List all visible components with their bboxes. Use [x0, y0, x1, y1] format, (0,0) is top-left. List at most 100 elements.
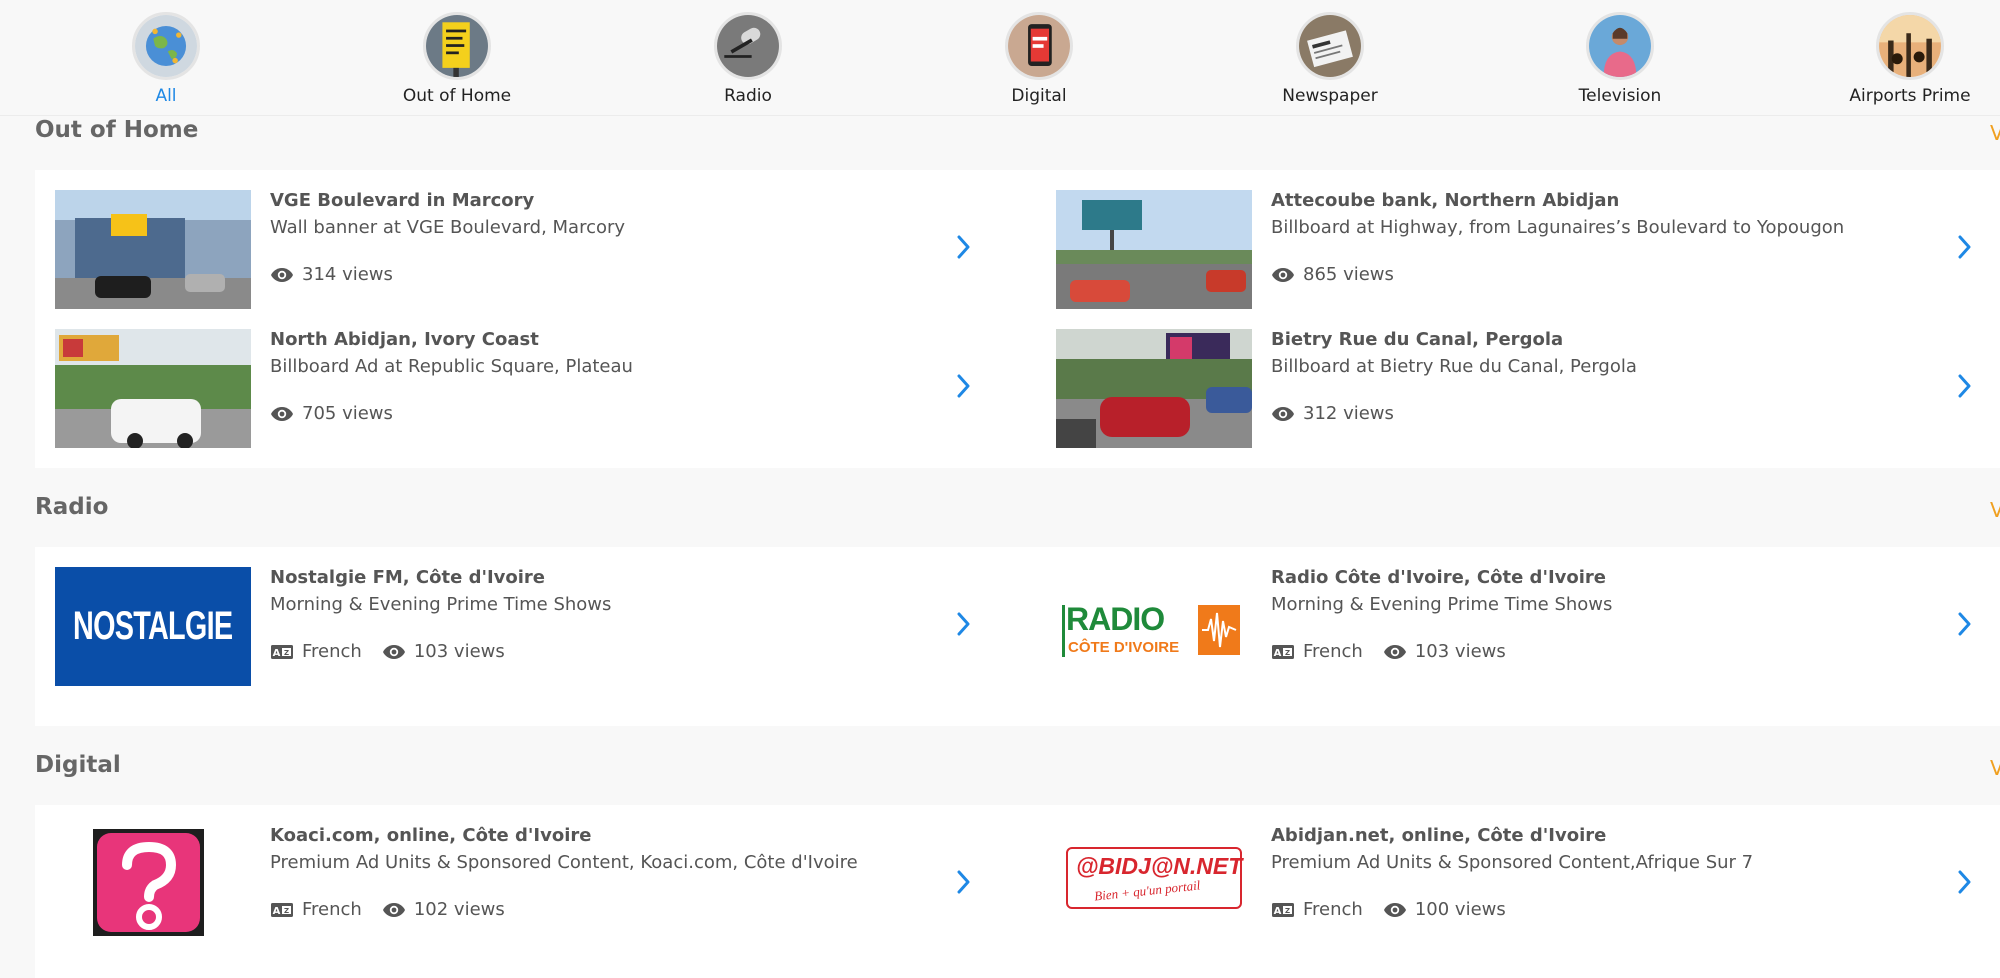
- abidjan-logo-text: @BIDJ@N.NET: [1076, 853, 1243, 879]
- eye-icon: [1271, 406, 1295, 422]
- listing-meta: 865 views: [1271, 264, 1414, 285]
- microphone-icon: [714, 12, 782, 80]
- section-panel-out-of-home: VGE Boulevard in Marcory Wall banner at …: [35, 170, 2000, 468]
- nostalgie-logo: NOSTALGIE: [55, 567, 251, 686]
- eye-icon: [1383, 902, 1407, 918]
- category-label: Newspaper: [1282, 86, 1378, 106]
- listing-card[interactable]: Bietry Rue du Canal, Pergola Billboard a…: [1056, 329, 1996, 449]
- listing-views: 865 views: [1303, 264, 1394, 285]
- listing-title: VGE Boulevard in Marcory: [270, 190, 535, 211]
- category-airports-prime[interactable]: Airports Prime: [1800, 12, 2000, 106]
- listing-image: [1056, 329, 1252, 448]
- category-newspaper[interactable]: Newspaper: [1220, 12, 1440, 106]
- listing-subtitle: Billboard at Highway, from Lagunaires’s …: [1271, 217, 1845, 238]
- chevron-right-icon[interactable]: [1956, 234, 1972, 260]
- section-title-radio: Radio: [35, 494, 109, 520]
- listing-card[interactable]: Koaci.com, online, Côte d'Ivoire Premium…: [55, 825, 995, 945]
- listing-subtitle: Billboard Ad at Republic Square, Plateau: [270, 356, 633, 377]
- listing-meta: 312 views: [1271, 403, 1414, 424]
- koaci-logo: [55, 825, 251, 944]
- section-view-all-digital[interactable]: V: [1990, 756, 2000, 780]
- listing-meta: French 103 views: [270, 641, 525, 662]
- listing-language: French: [302, 641, 362, 662]
- listing-title: Attecoube bank, Northern Abidjan: [1271, 190, 1620, 211]
- listing-title: North Abidjan, Ivory Coast: [270, 329, 539, 350]
- category-television[interactable]: Television: [1510, 12, 1730, 106]
- listing-title: Bietry Rue du Canal, Pergola: [1271, 329, 1564, 350]
- category-out-of-home[interactable]: Out of Home: [347, 12, 567, 106]
- radio-logo-word: RADIO: [1066, 601, 1165, 637]
- chevron-right-icon[interactable]: [1956, 869, 1972, 895]
- category-label: Out of Home: [402, 86, 512, 106]
- airport-icon: [1876, 12, 1944, 80]
- listing-card[interactable]: RADIO CÔTE D'IVOIRE Radio Côte d'Ivoire,…: [1056, 567, 1996, 687]
- listing-language: French: [302, 899, 362, 920]
- section-title-digital: Digital: [35, 752, 121, 778]
- section-view-all-radio[interactable]: V: [1990, 498, 2000, 522]
- listing-meta: French 102 views: [270, 899, 525, 920]
- category-label: Radio: [724, 86, 772, 106]
- chevron-right-icon[interactable]: [1956, 611, 1972, 637]
- listing-card[interactable]: NOSTALGIE Nostalgie FM, Côte d'Ivoire Mo…: [55, 567, 995, 687]
- eye-icon: [270, 406, 294, 422]
- listing-title: Koaci.com, online, Côte d'Ivoire: [270, 825, 592, 846]
- eye-icon: [1383, 644, 1407, 660]
- listing-meta: French 100 views: [1271, 899, 1526, 920]
- chevron-right-icon[interactable]: [955, 373, 971, 399]
- phone-icon: [1005, 12, 1073, 80]
- listing-meta: French 103 views: [1271, 641, 1526, 662]
- section-view-all-out-of-home[interactable]: V: [1990, 121, 2000, 145]
- listing-title: Nostalgie FM, Côte d'Ivoire: [270, 567, 546, 588]
- section-title-out-of-home: Out of Home: [35, 117, 199, 143]
- chevron-right-icon[interactable]: [955, 869, 971, 895]
- listing-meta: 705 views: [270, 403, 413, 424]
- listing-views: 314 views: [302, 264, 393, 285]
- category-radio[interactable]: Radio: [638, 12, 858, 106]
- listing-subtitle: Wall banner at VGE Boulevard, Marcory: [270, 217, 626, 238]
- listing-card[interactable]: @BIDJ@N.NET Bien + qu'un portail Abidjan…: [1056, 825, 1996, 945]
- listing-subtitle: Premium Ad Units & Sponsored Content, Ko…: [270, 852, 858, 873]
- language-icon: [270, 902, 294, 918]
- listing-card[interactable]: Attecoube bank, Northern Abidjan Billboa…: [1056, 190, 1996, 310]
- listing-title: Abidjan.net, online, Côte d'Ivoire: [1271, 825, 1607, 846]
- listing-image: [55, 190, 251, 309]
- language-icon: [1271, 902, 1295, 918]
- newspaper-icon: [1296, 12, 1364, 80]
- listing-subtitle: Morning & Evening Prime Time Shows: [1271, 594, 1613, 615]
- listing-language: French: [1303, 641, 1363, 662]
- category-digital[interactable]: Digital: [929, 12, 1149, 106]
- listing-image: [1056, 190, 1252, 309]
- radio-logo-sub: CÔTE D'IVOIRE: [1068, 639, 1180, 656]
- language-icon: [1271, 644, 1295, 660]
- listing-image: [55, 329, 251, 448]
- category-all[interactable]: All: [56, 12, 276, 106]
- nostalgie-logo-text: NOSTALGIE: [73, 604, 233, 648]
- listing-language: French: [1303, 899, 1363, 920]
- listing-subtitle: Billboard at Bietry Rue du Canal, Pergol…: [1271, 356, 1637, 377]
- listing-views: 705 views: [302, 403, 393, 424]
- listing-subtitle: Premium Ad Units & Sponsored Content,Afr…: [1271, 852, 1754, 873]
- koaci-logo-icon: [93, 829, 204, 936]
- abidjan-net-logo: @BIDJ@N.NET Bien + qu'un portail: [1056, 825, 1252, 944]
- chevron-right-icon[interactable]: [955, 234, 971, 260]
- category-bar: All Out of Home Radio Digital Newspaper …: [0, 0, 2000, 116]
- listing-meta: 314 views: [270, 264, 413, 285]
- category-label: Television: [1578, 86, 1662, 106]
- globe-icon: [132, 12, 200, 80]
- listing-views: 100 views: [1414, 899, 1506, 920]
- section-panel-radio: NOSTALGIE Nostalgie FM, Côte d'Ivoire Mo…: [35, 547, 2000, 726]
- category-label: All: [155, 86, 177, 106]
- listing-subtitle: Morning & Evening Prime Time Shows: [270, 594, 612, 615]
- eye-icon: [382, 902, 406, 918]
- section-panel-digital: Koaci.com, online, Côte d'Ivoire Premium…: [35, 805, 2000, 978]
- tv-presenter-icon: [1586, 12, 1654, 80]
- eye-icon: [382, 644, 406, 660]
- listing-card[interactable]: VGE Boulevard in Marcory Wall banner at …: [55, 190, 995, 310]
- listing-views: 103 views: [413, 641, 505, 662]
- radio-cote-divoire-logo: RADIO CÔTE D'IVOIRE: [1056, 567, 1252, 686]
- advertising-poster-icon: [423, 12, 491, 80]
- listing-views: 103 views: [1414, 641, 1506, 662]
- chevron-right-icon[interactable]: [1956, 373, 1972, 399]
- chevron-right-icon[interactable]: [955, 611, 971, 637]
- listing-card[interactable]: North Abidjan, Ivory Coast Billboard Ad …: [55, 329, 995, 449]
